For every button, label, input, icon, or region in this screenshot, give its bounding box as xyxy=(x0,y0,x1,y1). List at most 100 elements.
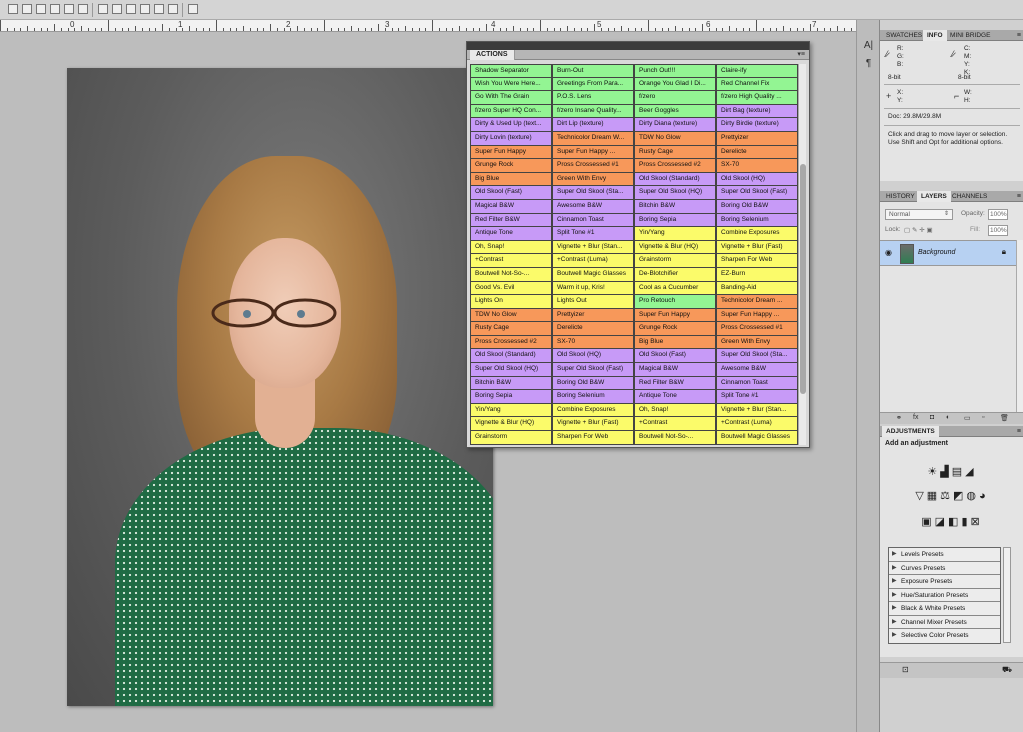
action-button[interactable]: Red Filter B&W xyxy=(634,376,716,391)
action-button[interactable]: Lights On xyxy=(470,295,552,309)
distribute-right-icon[interactable] xyxy=(168,4,178,14)
panel-menu-icon[interactable]: ▾≡ xyxy=(797,50,805,60)
action-button[interactable]: Dirt Bag (texture) xyxy=(716,104,798,119)
preset-item[interactable]: Selective Color Presets xyxy=(889,629,1000,643)
action-button[interactable]: Super Old Skool (HQ) xyxy=(470,363,552,377)
action-button[interactable]: Oh, Snap! xyxy=(470,240,552,255)
action-button[interactable]: Old Skool (Fast) xyxy=(470,186,552,200)
action-button[interactable]: Super Fun Happy ... xyxy=(552,145,634,160)
action-button[interactable]: Boring Old B&W xyxy=(552,376,634,391)
actions-scrollbar[interactable] xyxy=(798,64,806,445)
action-button[interactable]: Vignette + Blur (Fast) xyxy=(716,240,798,255)
action-button[interactable]: Super Old Skool (HQ) xyxy=(634,186,716,200)
tab-layers[interactable]: LAYERS xyxy=(917,191,951,202)
action-button[interactable]: Combine Exposures xyxy=(716,227,798,241)
action-button[interactable]: +Contrast xyxy=(470,254,552,268)
action-button[interactable]: +Contrast (Luma) xyxy=(716,417,798,432)
action-button[interactable]: Dirty Diana (texture) xyxy=(634,118,716,132)
action-button[interactable]: Dirty Birdie (texture) xyxy=(716,118,798,132)
tab-info[interactable]: INFO xyxy=(923,30,947,41)
action-button[interactable]: f/zero Insane Quality... xyxy=(552,104,634,119)
lock-icons[interactable]: ▢ ✎ ✛ ▣ xyxy=(904,226,933,234)
action-button[interactable]: P.O.S. Lens xyxy=(552,91,634,105)
character-panel-icon[interactable]: A| xyxy=(862,40,875,53)
action-button[interactable]: Rusty Cage xyxy=(634,145,716,160)
action-button[interactable]: Old Skool (HQ) xyxy=(716,172,798,187)
action-button[interactable]: Rusty Cage xyxy=(470,322,552,336)
action-button[interactable]: Combine Exposures xyxy=(552,403,634,418)
action-button[interactable]: Grunge Rock xyxy=(634,322,716,336)
adjustment-icons-row1[interactable]: ☀▟▤◢ xyxy=(880,465,1023,478)
action-button[interactable]: Pross Crossessed #2 xyxy=(634,159,716,173)
new-group-icon[interactable]: ▭ xyxy=(964,414,971,422)
action-button[interactable]: Big Blue xyxy=(470,172,552,187)
action-button[interactable]: Cinnamon Toast xyxy=(552,213,634,228)
distribute-left-icon[interactable] xyxy=(140,4,150,14)
action-button[interactable]: Vignette + Blur (Stan... xyxy=(552,240,634,255)
adjustment-icons-row3[interactable]: ▣◪◧▮⊠ xyxy=(880,515,1023,528)
action-button[interactable]: Pro Retouch xyxy=(634,295,716,309)
action-button[interactable]: Derelicte xyxy=(552,322,634,336)
action-button[interactable]: +Contrast xyxy=(634,417,716,432)
action-button[interactable]: Red Filter B&W xyxy=(470,213,552,228)
action-button[interactable]: Warm it up, Kris! xyxy=(552,281,634,296)
panel-menu-icon[interactable]: ≡ xyxy=(1017,30,1021,41)
action-button[interactable]: Old Skool (Standard) xyxy=(470,349,552,364)
action-button[interactable]: Boutwell Not-So-... xyxy=(470,267,552,282)
action-button[interactable]: f/zero Super HQ Con... xyxy=(470,104,552,119)
panel-menu-icon[interactable]: ≡ xyxy=(1017,191,1021,202)
fill-input[interactable]: 100% xyxy=(988,225,1008,236)
action-button[interactable]: Boutwell Magic Glasses xyxy=(552,267,634,282)
add-mask-icon[interactable]: ◘ xyxy=(930,414,934,421)
visibility-eye-icon[interactable]: ◉ xyxy=(885,248,892,257)
action-button[interactable]: Go With The Grain xyxy=(470,91,552,105)
action-button[interactable]: SX-70 xyxy=(716,159,798,173)
action-button[interactable]: Punch Out!!! xyxy=(634,64,716,78)
clip-adjustment-icon[interactable]: ⊡ xyxy=(902,665,909,674)
action-button[interactable]: Bitchin B&W xyxy=(470,376,552,391)
align-right-icon[interactable] xyxy=(78,4,88,14)
action-button[interactable]: Cinnamon Toast xyxy=(716,376,798,391)
distribute-bottom-icon[interactable] xyxy=(126,4,136,14)
action-button[interactable]: Orange You Glad I Di... xyxy=(634,77,716,92)
action-button[interactable]: Big Blue xyxy=(634,335,716,350)
action-button[interactable]: Boring Selenium xyxy=(552,390,634,404)
tab-adjustments[interactable]: ADJUSTMENTS xyxy=(882,426,939,437)
action-button[interactable]: Derelicte xyxy=(716,145,798,160)
new-layer-icon[interactable]: ▫ xyxy=(982,414,984,421)
distribute-hcenter-icon[interactable] xyxy=(154,4,164,14)
preset-item[interactable]: Channel Mixer Presets xyxy=(889,616,1000,629)
tab-swatches[interactable]: SWATCHES xyxy=(882,30,926,41)
action-button[interactable]: SX-70 xyxy=(552,335,634,350)
action-button[interactable]: Boring Selenium xyxy=(716,213,798,228)
align-horizontal-center-icon[interactable] xyxy=(64,4,74,14)
action-button[interactable]: Pross Crossessed #1 xyxy=(552,159,634,173)
align-top-icon[interactable] xyxy=(8,4,18,14)
action-button[interactable]: Magical B&W xyxy=(634,363,716,377)
tab-mini-bridge[interactable]: MINI BRIDGE xyxy=(946,30,994,41)
action-button[interactable]: Awesome B&W xyxy=(716,363,798,377)
tab-history[interactable]: HISTORY xyxy=(882,191,919,202)
action-button[interactable]: Vignette & Blur (HQ) xyxy=(634,240,716,255)
blend-mode-select[interactable]: Normal ⇕ xyxy=(885,209,953,220)
trash-icon[interactable]: 🗑︎ xyxy=(1000,414,1009,422)
align-vertical-center-icon[interactable] xyxy=(22,4,32,14)
action-button[interactable]: Cool as a Cucumber xyxy=(634,281,716,296)
action-button[interactable]: Super Old Skool (Sta... xyxy=(552,186,634,200)
action-button[interactable]: f/zero High Quality ... xyxy=(716,91,798,105)
action-button[interactable]: Good Vs. Evil xyxy=(470,281,552,296)
actions-panel[interactable]: ACTIONS ▾≡ Shadow Separator Burn-Out Punch… xyxy=(466,41,810,448)
action-button[interactable]: Dirty & Used Up (text... xyxy=(470,118,552,132)
action-button[interactable]: Claire-ify xyxy=(716,64,798,78)
presets-scrollbar[interactable] xyxy=(1003,547,1011,643)
action-button[interactable]: Super Fun Happy ... xyxy=(716,308,798,323)
adjustment-icons-row2[interactable]: ▽▦⚖◩◍◕ xyxy=(880,489,1023,502)
action-button[interactable]: Sharpen For Web xyxy=(552,431,634,445)
action-button[interactable]: Green With Envy xyxy=(552,172,634,187)
action-button[interactable]: Pross Crossessed #2 xyxy=(470,335,552,350)
action-button[interactable]: Dirt Lip (texture) xyxy=(552,118,634,132)
actions-panel-titlebar[interactable] xyxy=(467,42,809,50)
action-button[interactable]: Boring Sepia xyxy=(470,390,552,404)
action-button[interactable]: Red Channel Fix xyxy=(716,77,798,92)
action-button[interactable]: +Contrast (Luma) xyxy=(552,254,634,268)
